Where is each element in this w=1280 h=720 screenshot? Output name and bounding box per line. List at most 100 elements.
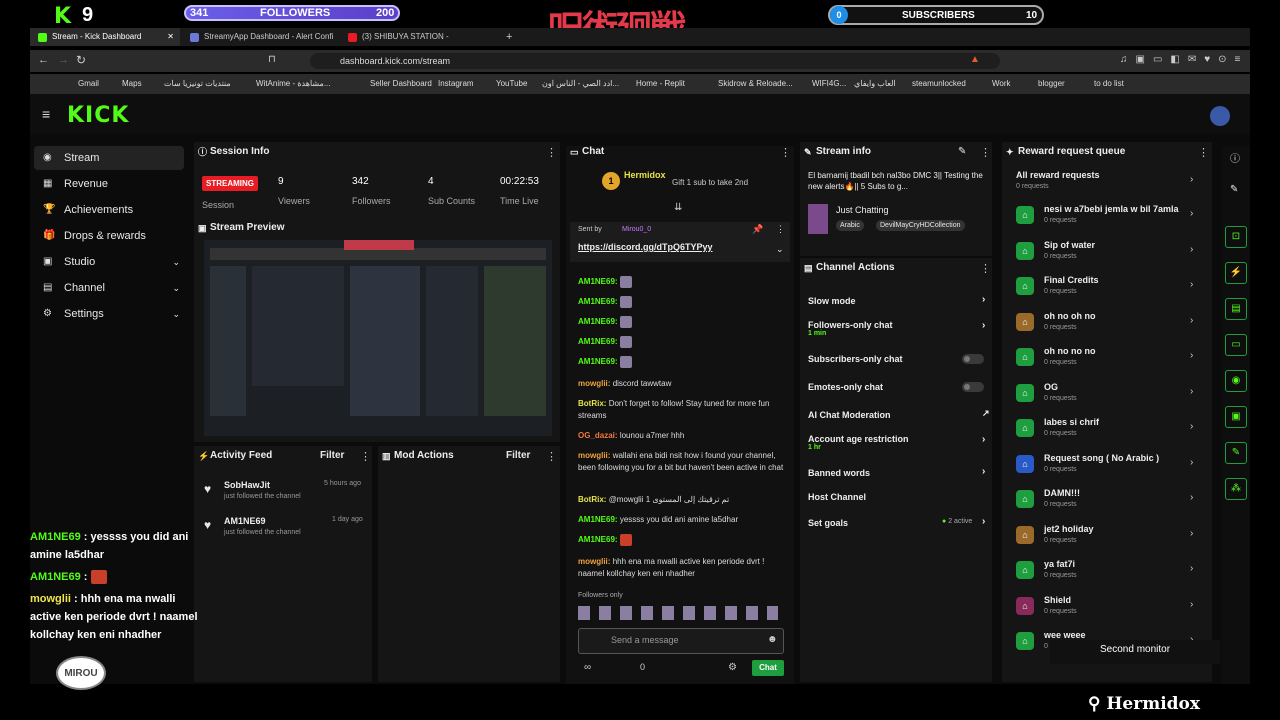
gear-icon[interactable]: ⚙ [728,662,737,673]
more-options-icon[interactable]: ⋮ [546,146,557,159]
bookmark-blogger[interactable]: blogger [1038,79,1065,88]
chevron-down-icon[interactable]: ⌄ [776,244,784,255]
reward-item[interactable]: ⌂ nesi w a7bebi jemla w bil 7amla 0 reques… [1010,200,1202,232]
document-icon[interactable]: ▤ [1225,298,1247,320]
action-set-goals[interactable]: Set goals ● 2 active › [808,516,988,528]
extension-icons[interactable]: ♫▣▭◧✉♥⊙≡ [1120,54,1248,65]
new-tab-button[interactable]: + [502,28,522,46]
pin-icon[interactable]: 📌 [752,224,763,235]
bookmark-wifi4g[interactable]: WIFI4G... [812,79,846,88]
tab-shibuya[interactable]: (3) SHIBUYA STATION - [340,28,490,46]
sidebar-item-stream[interactable]: ◉ Stream [34,146,184,170]
kick-logo[interactable]: KICK [67,103,129,128]
chat-input[interactable]: Send a message ☻ [578,628,784,654]
info-icon[interactable]: ⓘ [1230,150,1240,165]
reward-item[interactable]: ⌂ Shield 0 requests › [1010,591,1202,623]
bookmark-work[interactable]: Work [992,79,1011,88]
emotes-only-toggle[interactable] [962,382,984,392]
chat-message: mowglii: discord tawwtaw [578,379,672,388]
forward-arrow-icon[interactable]: → [58,54,69,66]
pinned-link[interactable]: https://discord.gg/dTpQ6TYPyy [578,242,713,252]
avatar[interactable] [1210,106,1230,126]
reward-item[interactable]: ⌂ labes si chrif 0 requests › [1010,413,1202,445]
action-account-age[interactable]: Account age restriction 1 hr › [808,434,988,451]
lightning-icon[interactable]: ⚡ [1225,262,1247,284]
close-tab-icon[interactable]: ✕ [167,28,174,46]
bookmark-witanime[interactable]: WitAnime - مشاهدة... [256,79,330,88]
brave-shield-icon[interactable]: ▲ [970,54,980,65]
mod-actions-panel: ▥ Mod Actions Filter ⋮ [378,446,560,682]
reward-item[interactable]: ⌂ DAMN!!! 0 requests › [1010,484,1202,516]
more-options-icon[interactable]: ⋮ [780,146,791,159]
bookmark-replit[interactable]: Home - Replit [636,79,685,88]
send-chat-button[interactable]: Chat [752,660,784,676]
tab-kick-dashboard[interactable]: Stream - Kick Dashboard ✕ [30,28,180,46]
bookmark-youtube[interactable]: YouTube [496,79,527,88]
more-options-icon[interactable]: ⋮ [360,450,371,463]
reward-item[interactable]: ⌂ OG 0 requests › [1010,378,1202,410]
bookmark-instagram[interactable]: Instagram [438,79,474,88]
action-subscribers-only[interactable]: Subscribers-only chat [808,354,988,364]
scroll-down-icon[interactable]: ⇊ [674,202,682,213]
edit-icon[interactable]: ✎ [958,146,966,157]
share-icon[interactable]: ⁂ [1225,478,1247,500]
action-ai-moderation[interactable]: AI Chat Moderation ↗ [808,408,990,420]
sidebar-item-settings[interactable]: ⚙ Settings ⌄ [34,302,184,326]
activity-filter-button[interactable]: Filter [320,450,344,461]
broadcast-icon[interactable]: ◉ [1225,370,1247,392]
bookmark-maps[interactable]: Maps [122,79,142,88]
bookmark-todo[interactable]: to do list [1094,79,1124,88]
reward-item[interactable]: ⌂ oh no no no 0 requests › [1010,342,1202,374]
emoji-icon[interactable]: ☻ [767,634,778,645]
action-banned-words[interactable]: Banned words › [808,466,988,478]
reward-item[interactable]: ⌂ oh no oh no 0 requests › [1010,307,1202,339]
sidebar-item-revenue[interactable]: ▦ Revenue [34,172,184,196]
tab-streamyapp[interactable]: StreamyApp Dashboard - Alert Confi [182,28,338,46]
more-options-icon[interactable]: ⋮ [776,224,785,235]
reward-item[interactable]: ⌂ ya fat7i 0 requests › [1010,555,1202,587]
reward-item[interactable]: ⌂ Request song ( No Arabic ) 0 requests › [1010,449,1202,481]
chat-bubble-icon[interactable]: ▭ [1225,334,1247,356]
sidebar-item-achievements[interactable]: 🏆 Achievements [34,198,184,222]
all-reward-requests[interactable]: All reward requests 0 requests › [1010,166,1202,198]
streamyapp-favicon-icon [190,33,199,42]
more-options-icon[interactable]: ⋮ [1198,146,1209,159]
camera-icon[interactable]: ▣ [1225,406,1247,428]
bookmark-steamunlocked[interactable]: steamunlocked [912,79,966,88]
bookmark-arabic[interactable]: ادد الصي - الناس اون... [542,79,619,88]
emote-icon [619,356,632,368]
more-options-icon[interactable]: ⋮ [546,450,557,463]
url-field[interactable]: dashboard.kick.com/stream [310,53,1000,69]
mod-filter-button[interactable]: Filter [506,450,530,461]
gift-user[interactable]: Hermidox [624,170,666,180]
sidebar-item-drops[interactable]: 🎁 Drops & rewards [34,224,184,248]
wrench-icon[interactable]: ✎ [1225,442,1247,464]
quick-actions-sidebar: ⓘ ✎ ⊡ ⚡ ▤ ▭ ◉ ▣ ✎ ⁂ [1222,146,1250,684]
stream-preview-video[interactable] [204,240,552,436]
category-thumbnail [808,204,828,234]
subscribers-only-toggle[interactable] [962,354,984,364]
more-options-icon[interactable]: ⋮ [980,146,991,159]
bookmark-seller[interactable]: Seller Dashboard [370,79,432,88]
action-followers-only[interactable]: Followers-only chat 1 min › [808,320,988,337]
fullscreen-icon[interactable]: ⊡ [1225,226,1247,248]
reward-item[interactable]: ⌂ Sip of water 0 requests › [1010,236,1202,268]
bookmark-skidrow[interactable]: Skidrow & Reloade... [718,79,793,88]
more-options-icon[interactable]: ⋮ [980,262,991,275]
reward-item[interactable]: ⌂ Final Credits 0 requests › [1010,271,1202,303]
reload-icon[interactable]: ↻ [76,53,86,67]
back-arrow-icon[interactable]: ← [38,54,49,66]
reward-item[interactable]: ⌂ jet2 holiday 0 requests › [1010,520,1202,552]
action-slow-mode[interactable]: Slow mode › [808,294,988,306]
bookmark-gmail[interactable]: Gmail [78,79,99,88]
hamburger-menu-icon[interactable]: ≡ [42,106,50,122]
action-emotes-only[interactable]: Emotes-only chat [808,382,988,392]
bookmark-games[interactable]: العاب وايفاي [854,79,896,88]
bookmark-icon[interactable]: ⊓ [268,54,276,65]
sidebar-item-studio[interactable]: ▣ Studio ⌄ [34,250,184,274]
sidebar-item-channel[interactable]: ▤ Channel ⌄ [34,276,184,300]
pencil-icon[interactable]: ✎ [1230,184,1238,195]
emote-bar[interactable] [578,606,778,620]
action-host-channel[interactable]: Host Channel [808,492,988,502]
bookmark-tunisiasat[interactable]: منتديات تونيزيا سات [164,79,231,88]
